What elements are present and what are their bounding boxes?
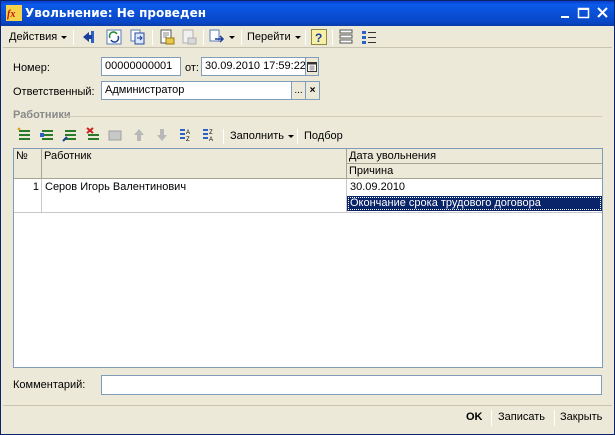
select-responsible-button[interactable]: ...	[291, 81, 306, 100]
chevron-down-icon	[294, 36, 301, 39]
column-header-num[interactable]: №	[14, 149, 42, 179]
row-divider	[14, 212, 602, 213]
fill-menu-button[interactable]: Заполнить	[230, 127, 295, 145]
pick-label: Подбор	[304, 130, 343, 142]
row-num: 1	[32, 181, 39, 193]
back-arrow-icon[interactable]	[81, 29, 97, 45]
chevron-down-icon	[229, 36, 235, 39]
row-employee[interactable]: Серов Игорь Валентинович	[42, 179, 346, 195]
row-reason-selected[interactable]: Окончание срока трудового договора	[347, 196, 602, 211]
sort-descending-icon[interactable]: Z A	[200, 127, 216, 143]
toolbar-separator	[297, 129, 298, 144]
close-icon[interactable]	[595, 6, 611, 20]
structure-icon[interactable]	[338, 29, 354, 45]
comment-label: Комментарий:	[13, 379, 86, 391]
move-up-icon	[134, 129, 144, 141]
column-header-reason[interactable]: Причина	[347, 164, 602, 179]
pick-button[interactable]: Подбор	[304, 127, 343, 145]
copy-row-icon[interactable]	[39, 127, 55, 143]
toolbar-separator	[241, 30, 242, 45]
create-based-on-icon	[209, 29, 225, 43]
document-window: fx Увольнение: Не проведен Действия Пере…	[0, 0, 615, 435]
actions-label: Действия	[9, 31, 58, 43]
edit-row-icon[interactable]	[62, 127, 78, 143]
add-row-icon[interactable]	[16, 127, 32, 143]
save-button[interactable]: Записать	[498, 411, 545, 423]
calendar-button[interactable]	[305, 57, 319, 76]
clear-responsible-button[interactable]: ×	[305, 81, 320, 100]
refresh-icon[interactable]	[106, 29, 122, 45]
calendar-icon	[307, 61, 317, 72]
help-icon[interactable]: ?	[311, 29, 327, 45]
move-down-icon	[157, 129, 167, 141]
list-settings-icon[interactable]	[361, 29, 377, 45]
footer-bar: OK Записать Закрыть	[3, 405, 612, 430]
unpost-document-icon	[182, 29, 197, 45]
toolbar-separator	[73, 30, 74, 45]
svg-text:?: ?	[315, 31, 322, 45]
footer-separator	[554, 410, 555, 426]
chevron-down-icon	[61, 36, 68, 39]
column-header-employee[interactable]: Работник	[42, 149, 347, 179]
post-document-icon[interactable]	[159, 29, 175, 45]
create-based-on-button[interactable]	[209, 28, 235, 46]
svg-text:Z: Z	[209, 130, 213, 136]
responsible-label: Ответственный:	[13, 86, 95, 98]
section-divider	[64, 116, 602, 117]
responsible-field[interactable]: Администратор	[101, 81, 292, 100]
title-bar[interactable]: fx Увольнение: Не проведен	[1, 1, 614, 26]
column-header-date[interactable]: Дата увольнения	[347, 149, 602, 164]
svg-text:fx: fx	[7, 9, 15, 20]
end-edit-icon	[108, 130, 122, 141]
date-label: от:	[185, 62, 199, 74]
ok-button[interactable]: OK	[466, 411, 483, 423]
fill-label: Заполнить	[230, 130, 285, 142]
svg-text:Z: Z	[186, 137, 190, 143]
comment-field[interactable]	[101, 375, 602, 395]
number-label: Номер:	[13, 62, 50, 74]
footer-separator	[491, 410, 492, 426]
toolbar-separator	[332, 30, 333, 45]
svg-text:A: A	[186, 130, 190, 136]
maximize-icon[interactable]	[576, 6, 592, 20]
goto-label: Перейти	[247, 31, 291, 43]
toolbar-separator	[203, 30, 204, 45]
copy-document-icon[interactable]	[130, 29, 146, 45]
employees-table[interactable]: № Работник Дата увольнения Причина 1 Сер…	[13, 148, 603, 368]
actions-menu-button[interactable]: Действия	[9, 28, 68, 46]
goto-menu-button[interactable]: Перейти	[247, 28, 301, 46]
number-field[interactable]: 00000000001	[101, 57, 181, 76]
row-date[interactable]: 30.09.2010	[347, 179, 602, 195]
employees-section-title: Работники	[13, 109, 71, 121]
chevron-down-icon	[288, 135, 295, 138]
1c-app-icon: fx	[6, 5, 22, 21]
toolbar-separator	[305, 30, 306, 45]
window-title: Увольнение: Не проведен	[25, 6, 207, 20]
minimize-icon[interactable]	[558, 6, 574, 20]
toolbar-separator	[152, 30, 153, 45]
close-button[interactable]: Закрыть	[560, 411, 602, 423]
svg-text:A: A	[209, 137, 213, 143]
date-field[interactable]: 30.09.2010 17:59:22	[201, 57, 306, 76]
toolbar-separator	[223, 129, 224, 144]
main-toolbar: Действия Перейти ?	[3, 26, 612, 48]
sort-ascending-icon[interactable]: A Z	[177, 127, 193, 143]
delete-row-icon[interactable]	[85, 127, 101, 143]
